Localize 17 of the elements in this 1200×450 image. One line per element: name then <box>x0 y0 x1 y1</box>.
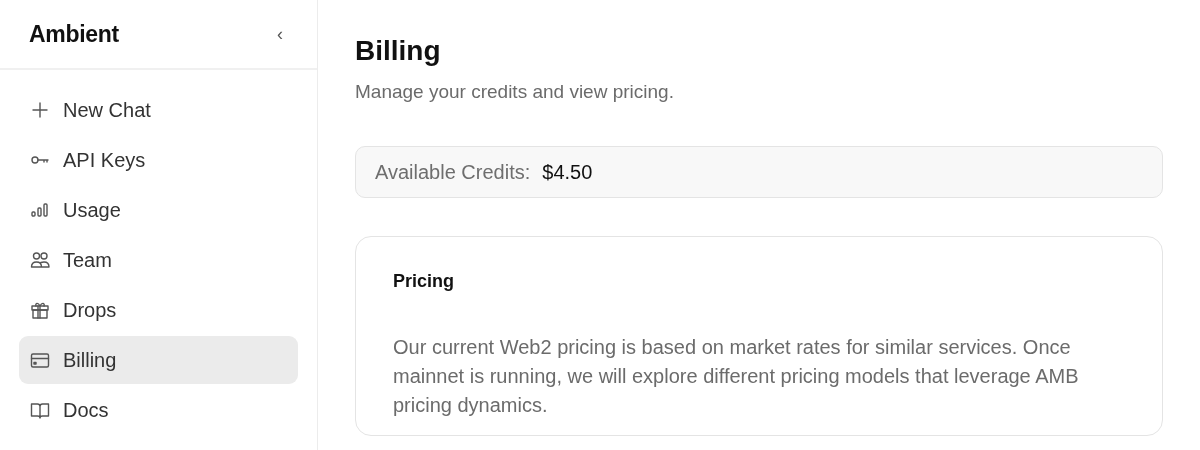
credits-label: Available Credits: <box>375 160 531 186</box>
sidebar-item[interactable]: Billing <box>19 336 298 384</box>
sidebar-item[interactable]: API Keys <box>19 136 298 184</box>
sidebar-item[interactable]: Usage <box>19 186 298 234</box>
sidebar-item[interactable]: Drops <box>19 286 298 334</box>
page-title: Billing <box>355 34 442 68</box>
collapse-button[interactable]: ‹ <box>273 25 287 43</box>
sidebar-item[interactable]: Docs <box>19 386 298 434</box>
card-title: Pricing <box>393 271 455 293</box>
sidebar-item[interactable]: New Chat <box>19 86 298 134</box>
app-logo-text: Ambient <box>29 19 119 49</box>
credits-value: $4.50 <box>542 160 593 186</box>
people-icon <box>29 249 51 271</box>
page-subtitle: Manage your credits and view pricing. <box>355 79 675 104</box>
pricing-description: Our current Web2 pricing is based on market rates for similar services. Once mainnet is running, we will explore different pricing models that leverage AMB pricing dynamics. <box>393 334 1080 418</box>
plus-icon <box>29 99 51 121</box>
sidebar-item[interactable]: Team <box>19 236 298 284</box>
